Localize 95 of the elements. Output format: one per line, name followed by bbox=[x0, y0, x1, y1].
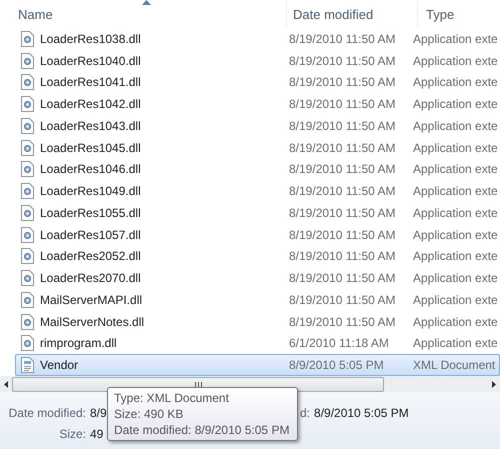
date-modified: 8/19/2010 11:50 AM bbox=[288, 271, 397, 286]
date-modified: 8/19/2010 11:50 AM bbox=[288, 75, 397, 90]
file-type: Application exte bbox=[413, 54, 498, 68]
file-row[interactable]: LoaderRes2070.dll 8/19/2010 11:50 AM Application exte bbox=[15, 267, 500, 289]
date-modified: 8/19/2010 11:50 AM bbox=[288, 228, 397, 242]
grip-icon bbox=[194, 382, 202, 386]
date-modified: 8/19/2010 11:50 AM bbox=[288, 118, 397, 133]
file-row[interactable]: Vendor 8/9/2010 5:05 PM XML Document bbox=[15, 354, 500, 376]
gear-file-icon bbox=[21, 226, 34, 243]
detail-value: 8/9/2010 5:05 PM bbox=[314, 406, 409, 420]
file-name: MailServerMAPI.dll bbox=[40, 292, 142, 307]
gear-file-icon bbox=[21, 270, 34, 286]
gear-file-icon bbox=[21, 74, 34, 90]
gear-file-icon bbox=[21, 30, 34, 47]
file-type: Application exte bbox=[413, 228, 498, 242]
file-type: Application exte bbox=[413, 314, 498, 329]
file-row[interactable]: LoaderRes1041.dll 8/19/2010 11:50 AM Application exte bbox=[15, 72, 500, 94]
file-type: Application exte bbox=[413, 32, 498, 46]
detail-value: 8/9 bbox=[90, 406, 107, 420]
gear-file-icon bbox=[21, 161, 34, 178]
file-name: Vendor bbox=[40, 358, 78, 372]
file-row[interactable]: LoaderRes1038.dll 8/19/2010 11:50 AM Application exte bbox=[15, 28, 500, 50]
gear-file-icon bbox=[21, 204, 34, 221]
column-header[interactable]: Date modified bbox=[287, 0, 418, 28]
date-modified: 8/19/2010 11:50 AM bbox=[288, 184, 397, 198]
file-name: LoaderRes1055.dll bbox=[40, 206, 141, 220]
file-name: rimprogram.dll bbox=[40, 336, 117, 350]
gear-file-icon bbox=[21, 292, 34, 308]
file-row[interactable]: LoaderRes1045.dll 8/19/2010 11:50 AM Application exte bbox=[15, 136, 500, 158]
tooltip-line: Type: XML Document bbox=[114, 391, 230, 405]
file-row[interactable]: LoaderRes1049.dll 8/19/2010 11:50 AM Application exte bbox=[15, 180, 500, 202]
file-type: Application exte bbox=[413, 140, 498, 155]
date-modified: 8/19/2010 11:50 AM bbox=[288, 32, 397, 46]
gear-file-icon bbox=[21, 140, 34, 156]
file-name: LoaderRes2070.dll bbox=[40, 271, 141, 286]
date-modified: 8/19/2010 11:50 AM bbox=[288, 206, 397, 220]
date-modified: 8/19/2010 11:50 AM bbox=[288, 292, 397, 307]
file-type: Application exte bbox=[413, 97, 498, 112]
date-modified: 6/1/2010 11:18 AM bbox=[288, 336, 390, 350]
gear-file-icon bbox=[21, 314, 34, 330]
file-type: Application exte bbox=[413, 336, 498, 350]
file-row[interactable]: LoaderRes1055.dll 8/19/2010 11:50 AM Application exte bbox=[15, 202, 500, 224]
file-type: Application exte bbox=[413, 118, 498, 133]
file-name: LoaderRes1040.dll bbox=[40, 54, 141, 68]
date-modified: 8/19/2010 11:50 AM bbox=[288, 140, 397, 155]
detail-label: Size: bbox=[59, 426, 86, 440]
gear-file-icon bbox=[21, 118, 34, 134]
detail-label: d: bbox=[300, 406, 310, 420]
gear-file-icon bbox=[21, 52, 34, 69]
tooltip-line: Size: 490 KB bbox=[114, 407, 184, 421]
file-name: LoaderRes1042.dll bbox=[40, 97, 141, 112]
file-type: Application exte bbox=[413, 249, 498, 264]
date-modified: 8/19/2010 11:50 AM bbox=[288, 249, 397, 264]
date-modified: 8/19/2010 11:50 AM bbox=[288, 54, 397, 68]
file-type: Application exte bbox=[413, 162, 498, 176]
file-name: LoaderRes1043.dll bbox=[40, 118, 141, 133]
file-name: LoaderRes1049.dll bbox=[40, 184, 141, 198]
file-row[interactable]: LoaderRes1043.dll 8/19/2010 11:50 AM Application exte bbox=[15, 115, 500, 137]
column-header[interactable]: Type bbox=[418, 0, 500, 28]
file-type: Application exte bbox=[413, 184, 498, 198]
file-type: Application exte bbox=[413, 271, 498, 286]
date-modified: 8/19/2010 11:50 AM bbox=[288, 162, 397, 176]
file-name: LoaderRes2052.dll bbox=[40, 249, 141, 264]
file-name: LoaderRes1045.dll bbox=[40, 140, 141, 155]
column-header[interactable]: Name bbox=[15, 0, 287, 28]
file-row[interactable]: rimprogram.dll 6/1/2010 11:18 AM Application exte bbox=[15, 332, 500, 354]
scroll-right-icon[interactable] bbox=[492, 380, 496, 388]
file-row[interactable]: MailServerNotes.dll 8/19/2010 11:50 AM Application exte bbox=[15, 310, 500, 332]
file-type: Application exte bbox=[413, 75, 498, 90]
date-modified: 8/19/2010 11:50 AM bbox=[288, 314, 397, 329]
file-type: Application exte bbox=[413, 292, 498, 307]
gear-file-icon bbox=[21, 96, 34, 112]
file-name: LoaderRes1038.dll bbox=[40, 32, 141, 46]
file-type: Application exte bbox=[413, 206, 498, 220]
file-row[interactable]: LoaderRes1057.dll 8/19/2010 11:50 AM Application exte bbox=[15, 224, 500, 246]
file-type: XML Document bbox=[413, 358, 496, 372]
date-modified: 8/9/2010 5:05 PM bbox=[288, 358, 385, 372]
file-row[interactable]: MailServerMAPI.dll 8/19/2010 11:50 AM Application exte bbox=[15, 289, 500, 311]
file-name: MailServerNotes.dll bbox=[40, 314, 144, 329]
file-row[interactable]: LoaderRes1046.dll 8/19/2010 11:50 AM Application exte bbox=[15, 158, 500, 180]
gear-file-icon bbox=[21, 183, 34, 200]
detail-label: Date modified: bbox=[8, 406, 86, 420]
date-modified: 8/19/2010 11:50 AM bbox=[288, 97, 397, 112]
file-name: LoaderRes1057.dll bbox=[40, 228, 141, 242]
xml-file-icon bbox=[21, 357, 34, 374]
file-row[interactable]: LoaderRes1040.dll 8/19/2010 11:50 AM Application exte bbox=[15, 50, 500, 72]
scroll-left-icon[interactable] bbox=[4, 380, 8, 388]
file-name: LoaderRes1041.dll bbox=[40, 75, 141, 90]
gear-file-icon bbox=[21, 248, 34, 264]
detail-value: 49 bbox=[90, 426, 104, 440]
gear-file-icon bbox=[21, 335, 34, 352]
file-row[interactable]: LoaderRes1042.dll 8/19/2010 11:50 AM Application exte bbox=[15, 93, 500, 115]
file-row[interactable]: LoaderRes2052.dll 8/19/2010 11:50 AM Application exte bbox=[15, 246, 500, 268]
file-name: LoaderRes1046.dll bbox=[40, 162, 141, 176]
tooltip-line: Date modified: 8/9/2010 5:05 PM bbox=[114, 423, 290, 437]
